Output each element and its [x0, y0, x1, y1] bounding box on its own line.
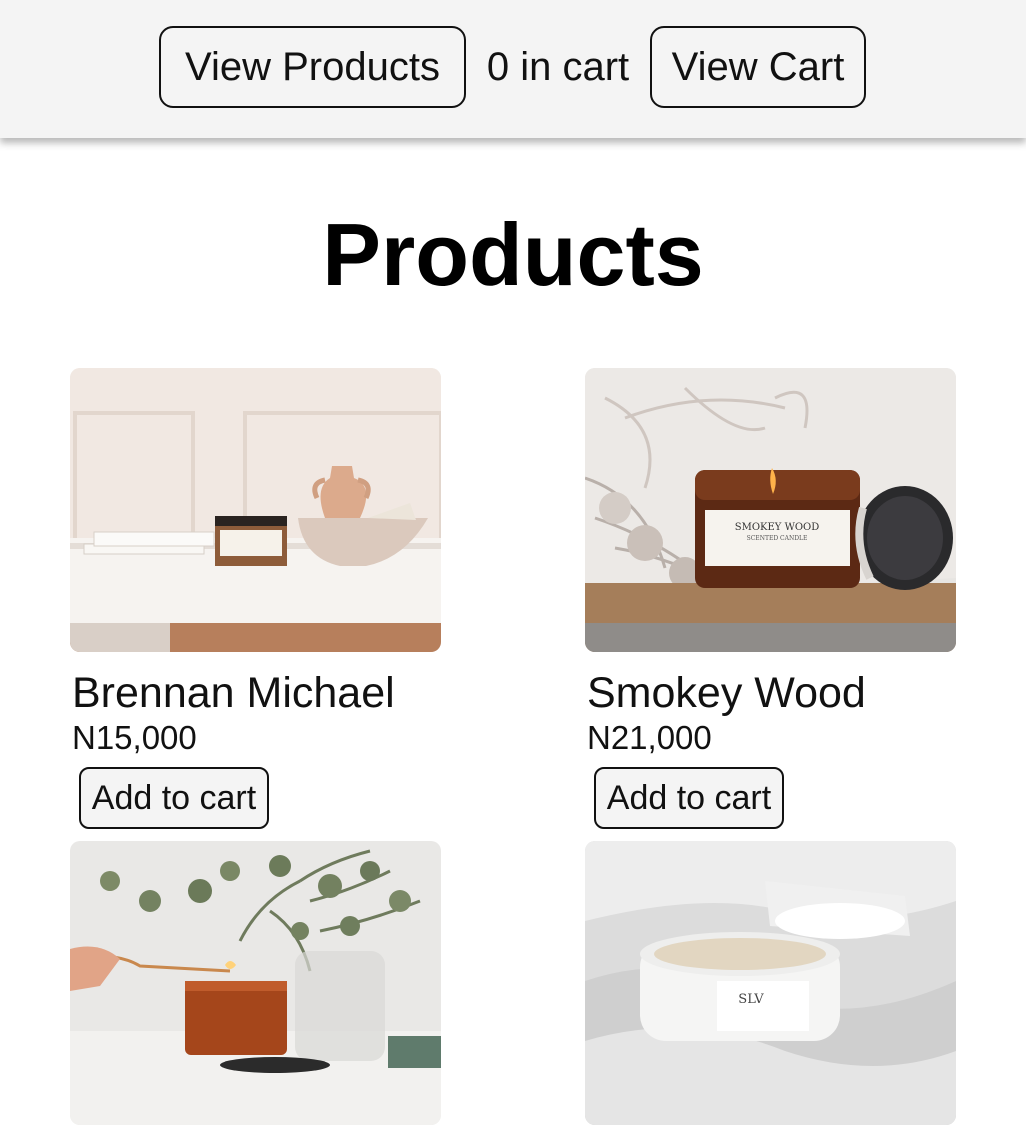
cart-count-text: 0 in cart [486, 44, 630, 89]
product-image-amber-candle [70, 841, 441, 1125]
product-name: Smokey Wood [587, 669, 866, 717]
product-card: SLV [585, 841, 957, 1125]
view-products-button[interactable]: View Products [159, 26, 466, 108]
product-price: N21,000 [587, 719, 712, 756]
product-name: Brennan Michael [72, 669, 395, 717]
jar-sublabel-text: SCENTED CANDLE [747, 535, 808, 542]
add-to-cart-button[interactable]: Add to cart [79, 767, 269, 829]
jar-label-text: SMOKEY WOOD [735, 522, 820, 533]
add-to-cart-button[interactable]: Add to cart [594, 767, 784, 829]
product-image-smokey-wood: SMOKEY WOOD SCENTED CANDLE [585, 368, 956, 652]
product-price: N15,000 [72, 719, 197, 756]
product-card: SMOKEY WOOD SCENTED CANDLE Smokey Wood N… [585, 368, 957, 829]
top-nav-bar: View Products 0 in cart View Cart [0, 0, 1026, 138]
view-cart-button[interactable]: View Cart [650, 26, 866, 108]
product-card: Brennan Michael N15,000 Add to cart [70, 368, 442, 829]
product-card [70, 841, 442, 1125]
product-image-white-candle: SLV [585, 841, 956, 1125]
candle-label-text: SLV [738, 992, 764, 1007]
product-image-brennan-michael [70, 368, 441, 652]
page-title: Products [322, 205, 704, 304]
